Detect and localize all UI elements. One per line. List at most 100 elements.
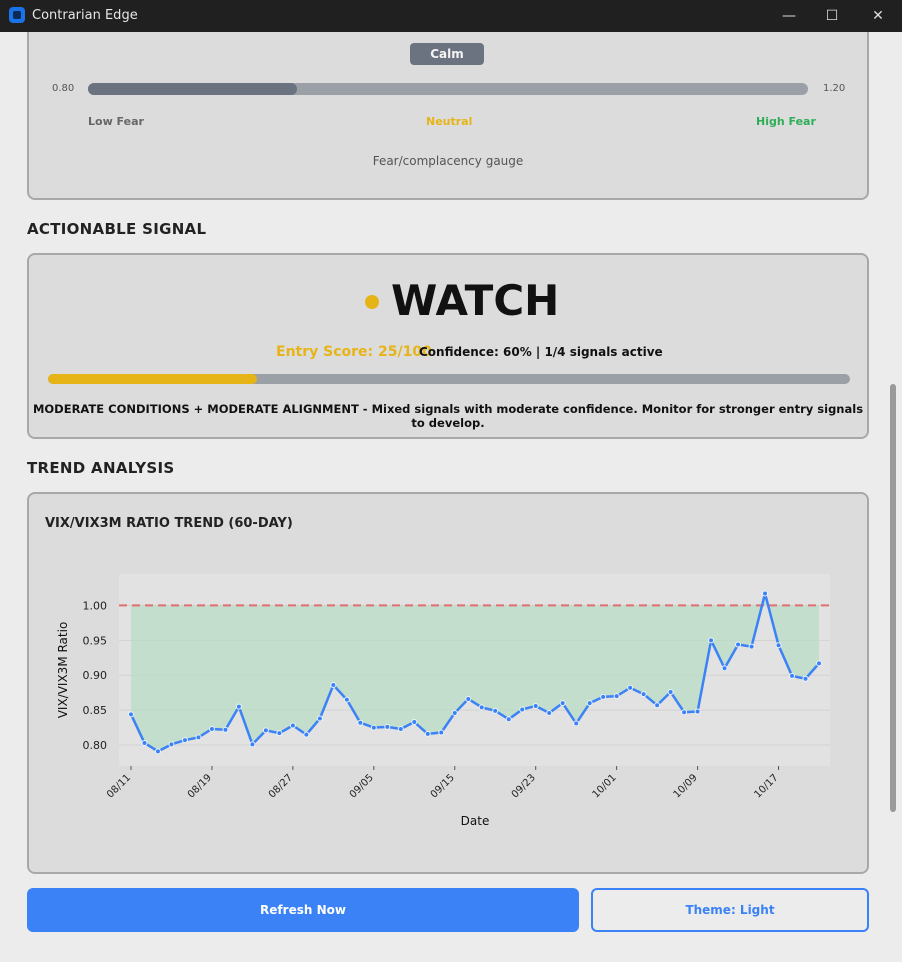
- gauge-max-label: 1.20: [823, 83, 846, 94]
- data-point: [128, 711, 134, 718]
- x-tick-label: 10/09: [672, 772, 700, 800]
- data-point: [330, 682, 337, 689]
- data-point: [208, 725, 215, 732]
- data-point: [789, 672, 796, 679]
- trend-analysis-heading: TREND ANALYSIS: [27, 459, 175, 477]
- data-point: [316, 715, 323, 722]
- entry-score-bar: [48, 374, 850, 384]
- data-point: [573, 720, 580, 727]
- data-point: [424, 730, 431, 737]
- data-point: [154, 748, 161, 755]
- data-point: [667, 688, 674, 695]
- data-point: [397, 725, 404, 732]
- entry-score-fill: [48, 374, 257, 384]
- y-tick-label: 0.95: [83, 634, 108, 647]
- title-bar: Contrarian Edge — ☐ ✕: [0, 0, 902, 32]
- actionable-signal-heading: ACTIONABLE SIGNAL: [27, 220, 207, 238]
- data-point: [465, 695, 472, 702]
- data-point: [168, 741, 175, 748]
- y-axis-label: VIX/VIX3M Ratio: [56, 622, 70, 719]
- data-point: [492, 707, 499, 714]
- data-point: [141, 739, 148, 746]
- y-tick-label: 0.80: [83, 739, 108, 752]
- data-point: [343, 696, 350, 703]
- trend-chart-card: VIX/VIX3M RATIO TREND (60-DAY) 0.80 0.85 0…: [27, 492, 869, 874]
- data-point: [289, 722, 296, 729]
- data-point: [708, 637, 715, 644]
- data-point: [681, 709, 688, 716]
- data-point: [478, 704, 485, 711]
- y-tick-label: 0.85: [83, 704, 108, 717]
- data-point: [559, 700, 566, 707]
- data-point: [640, 691, 647, 698]
- data-point: [775, 642, 782, 649]
- data-point: [411, 719, 418, 726]
- signal-card: WATCH Entry Score: 25/100 Confidence: 60…: [27, 253, 869, 439]
- signal-word: WATCH: [391, 276, 560, 325]
- gauge-neutral-label: Neutral: [426, 115, 473, 128]
- data-point: [748, 643, 755, 650]
- x-tick-label: 09/15: [429, 772, 457, 800]
- y-tick-label: 1.00: [83, 599, 108, 612]
- theme-toggle-button[interactable]: Theme: Light: [591, 888, 869, 932]
- data-point: [235, 703, 242, 710]
- signal-description: MODERATE CONDITIONS + MODERATE ALIGNMENT…: [32, 402, 864, 430]
- data-point: [600, 693, 607, 700]
- data-point: [735, 641, 742, 648]
- x-tick-label: 08/11: [105, 772, 133, 800]
- fear-gauge-card: Calm 0.80 1.20 Low Fear Neutral High Fea…: [27, 32, 869, 200]
- data-point: [721, 665, 728, 672]
- data-point: [384, 723, 391, 730]
- x-tick-label: 09/05: [348, 772, 376, 800]
- data-point: [586, 700, 593, 707]
- close-button[interactable]: ✕: [855, 0, 901, 32]
- data-point: [654, 702, 661, 709]
- x-axis-label: Date: [461, 814, 490, 828]
- data-point: [262, 727, 269, 734]
- data-point: [816, 660, 822, 667]
- data-point: [195, 734, 202, 741]
- data-point: [438, 729, 445, 736]
- gauge-high-fear-label: High Fear: [756, 115, 816, 128]
- x-tick-label: 09/23: [510, 772, 538, 800]
- data-point: [370, 724, 377, 731]
- data-point: [303, 731, 310, 738]
- signal-status-dot-icon: [365, 295, 379, 309]
- maximize-button[interactable]: ☐: [809, 0, 855, 32]
- refresh-now-button[interactable]: Refresh Now: [27, 888, 579, 932]
- data-point: [694, 708, 701, 715]
- data-point: [532, 702, 539, 709]
- data-point: [222, 726, 229, 733]
- data-point: [451, 709, 458, 716]
- data-point: [276, 730, 283, 737]
- x-tick-label: 08/27: [267, 772, 295, 800]
- confidence-text: Confidence: 60% | 1/4 signals active: [419, 345, 663, 359]
- y-tick-label: 0.90: [83, 669, 108, 682]
- data-point: [249, 741, 256, 748]
- x-tick-label: 08/19: [186, 772, 214, 800]
- x-tick-label: 10/17: [752, 772, 780, 800]
- data-point: [519, 706, 526, 713]
- entry-score: Entry Score: 25/100: [276, 344, 432, 360]
- ratio-trend-chart: 0.80 0.85 0.90 0.95 1.00 08/11 08/19 08/27 09/05…: [56, 574, 830, 828]
- data-point: [505, 716, 512, 723]
- app-logo-icon: [9, 7, 25, 23]
- data-point: [357, 719, 364, 726]
- main-content: Calm 0.80 1.20 Low Fear Neutral High Fea…: [0, 32, 902, 962]
- gauge-min-label: 0.80: [52, 83, 75, 94]
- x-tick-label: 10/01: [591, 772, 619, 800]
- data-point: [181, 737, 188, 744]
- minimize-button[interactable]: —: [766, 0, 812, 32]
- data-point: [627, 684, 634, 691]
- data-point: [762, 590, 769, 597]
- data-point: [802, 675, 809, 682]
- data-point: [546, 709, 553, 716]
- fear-gauge-fill: [88, 83, 297, 95]
- data-point: [613, 693, 620, 700]
- window-title: Contrarian Edge: [32, 8, 138, 23]
- gauge-state-badge: Calm: [410, 43, 484, 65]
- gauge-low-fear-label: Low Fear: [88, 115, 144, 128]
- fear-gauge-bar: [88, 83, 808, 95]
- vertical-scrollbar[interactable]: [890, 384, 896, 812]
- gauge-caption: Fear/complacency gauge: [372, 154, 524, 168]
